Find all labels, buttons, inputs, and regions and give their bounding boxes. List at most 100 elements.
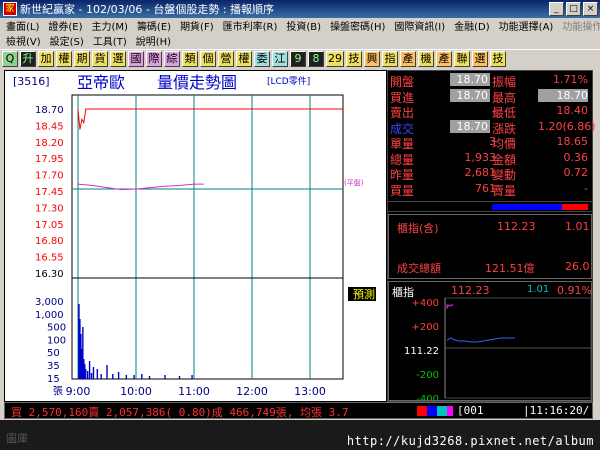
- toolbar-button[interactable]: 升: [20, 51, 36, 67]
- status-text: 買 2,570,160賣 2,057,386( 0.80)成 466,749張,…: [11, 406, 349, 419]
- turnover-value: 121.51億: [485, 262, 535, 275]
- quote-value: 18.70: [450, 119, 490, 133]
- quote-label: 昨量: [390, 168, 415, 182]
- quote-value: 1.71%: [553, 73, 588, 86]
- index-change: 1.01: [565, 220, 590, 233]
- menu-item[interactable]: 畫面(L): [6, 18, 39, 33]
- toolbar-button[interactable]: 權: [236, 51, 252, 67]
- quote-value: 0.36: [563, 150, 589, 164]
- quote-label: 金額: [492, 152, 517, 167]
- menu-item[interactable]: 工具(T): [93, 33, 127, 48]
- quote-label: 均價: [492, 137, 517, 151]
- app-icon: 家: [3, 2, 17, 16]
- toolbar-button[interactable]: 興: [364, 51, 380, 67]
- page-indicator[interactable]: [001: [457, 404, 484, 417]
- menu-bar: 畫面(L) 證券(E) 主力(M) 籌碼(E) 期貨(F) 匯市利率(R) 投資(B) 操盤密…: [0, 18, 600, 48]
- mini-tick-label: 111.22: [404, 346, 439, 357]
- quote-label: 開盤: [390, 75, 415, 89]
- predict-label: 預測: [353, 287, 375, 301]
- volume-tick-label: 3,000: [35, 297, 64, 308]
- toolbar-button[interactable]: 9: [290, 51, 306, 67]
- toolbar-button[interactable]: 國: [128, 51, 144, 67]
- title-bar: 家 新世紀贏家 - 102/03/06 - 台盤個股走勢 : 播報順序 _ □ …: [0, 0, 600, 18]
- toolbar-button[interactable]: 權: [56, 51, 72, 67]
- menu-item[interactable]: 國際資訊(I): [394, 18, 445, 33]
- toolbar-button[interactable]: 產: [436, 51, 452, 67]
- volume-tick-label: 100: [47, 335, 66, 346]
- toolbar: Q 升加權期貨選國際綜類個營權委江 9 8 29 技興指產機產聯選技: [0, 49, 600, 68]
- quote-value: -: [584, 181, 588, 195]
- volume-axis: 3,000 1,000 500100 50 35 15張: [35, 297, 66, 398]
- chart-window: [3516] 亞帝歐 量價走勢圖 [LCD零件] 18.70 18.45 18.20…: [4, 70, 387, 402]
- menu-item[interactable]: 匯市利率(R): [223, 18, 278, 33]
- menu-item[interactable]: 檢視(V): [6, 33, 41, 48]
- toolbar-button[interactable]: 委: [254, 51, 270, 67]
- ghost-label: 圖庫: [6, 432, 28, 445]
- maximize-button[interactable]: □: [566, 2, 581, 16]
- toolbar-button[interactable]: Q: [2, 51, 18, 67]
- toolbar-button[interactable]: 29: [326, 51, 344, 67]
- toolbar-button[interactable]: 營: [218, 51, 234, 67]
- mini-index-line: [446, 337, 515, 343]
- quote-label: 成交: [390, 121, 415, 136]
- volume-tick-label: 35: [47, 361, 60, 372]
- minimize-button[interactable]: _: [549, 2, 564, 16]
- quote-value: 18.70: [538, 88, 588, 102]
- toolbar-button[interactable]: 綜: [164, 51, 180, 67]
- menu-item[interactable]: 投資(B): [286, 18, 321, 33]
- quote-value: 1,933: [464, 150, 497, 164]
- mini-tick-label: +200: [412, 322, 439, 333]
- quote-value: 18.70: [450, 73, 490, 86]
- quote-value: 18.40: [556, 104, 589, 117]
- mini-plot: +400 +200 111.22 -200 -400: [404, 297, 592, 400]
- quote-panel: 開盤 18.70 振幅 1.71% 買進 18.70 最高 18.70 賣出 - 最低 18.40 成交…: [387, 70, 596, 402]
- toolbar-button[interactable]: 聯: [454, 51, 470, 67]
- quote-label: 買量: [390, 183, 415, 198]
- quote-value: 1.20(6.86): [538, 119, 596, 133]
- toolbar-button[interactable]: 際: [146, 51, 162, 67]
- quote-value: 0.72: [563, 166, 589, 179]
- quote-label: 漲跌: [492, 121, 517, 136]
- chart-title: 量價走勢圖: [157, 73, 237, 92]
- toolbar-button[interactable]: 加: [38, 51, 54, 67]
- volume-tick-label: 500: [47, 323, 66, 334]
- menu-item[interactable]: 操盤密碼(H): [330, 18, 385, 33]
- plot-frame: [71, 94, 344, 380]
- menu-item[interactable]: 功能操作(F): [562, 18, 600, 33]
- menu-item[interactable]: 期貨(F): [180, 18, 214, 33]
- toolbar-button[interactable]: 貨: [92, 51, 108, 67]
- toolbar-button[interactable]: 期: [74, 51, 90, 67]
- turnover-change: 26.0: [565, 260, 590, 273]
- index-label: 櫃指(含): [397, 222, 439, 235]
- close-button[interactable]: ×: [583, 2, 598, 16]
- app-window: 家 新世紀贏家 - 102/03/06 - 台盤個股走勢 : 播報順序 _ □ …: [0, 0, 600, 450]
- menu-item[interactable]: 設定(S): [50, 33, 84, 48]
- menu-item[interactable]: 籌碼(E): [137, 18, 171, 33]
- volume-ratio-bar: [388, 201, 592, 212]
- time-axis: 9:00 10:00 11:00 12:00 13:00: [66, 385, 326, 398]
- quote-label: 賣出: [390, 106, 415, 120]
- toolbar-button[interactable]: 類: [182, 51, 198, 67]
- toolbar-button[interactable]: 選: [472, 51, 488, 67]
- price-tick-label: 17.05: [35, 220, 64, 231]
- toolbar-button[interactable]: 江: [272, 51, 288, 67]
- mini-change: 1.01: [527, 284, 550, 295]
- toolbar-button[interactable]: 產: [400, 51, 416, 67]
- menu-item[interactable]: 證券(E): [48, 18, 82, 33]
- menu-item[interactable]: 功能選擇(A): [499, 18, 554, 33]
- quote-label: 變動: [492, 168, 517, 182]
- quote-value: 18.70: [450, 88, 490, 102]
- time-tick-label: 12:00: [236, 385, 268, 398]
- status-bar: 買 2,570,160賣 2,057,386( 0.80)成 466,749張,…: [4, 402, 593, 419]
- price-tick-label: 16.55: [35, 253, 64, 264]
- toolbar-button[interactable]: 指: [382, 51, 398, 67]
- menu-item[interactable]: 說明(H): [136, 33, 171, 48]
- toolbar-button[interactable]: 技: [346, 51, 362, 67]
- menu-item[interactable]: 金融(D): [454, 18, 490, 33]
- toolbar-button[interactable]: 選: [110, 51, 126, 67]
- toolbar-button[interactable]: 個: [200, 51, 216, 67]
- menu-item[interactable]: 主力(M): [92, 18, 128, 33]
- toolbar-button[interactable]: 8: [308, 51, 324, 67]
- toolbar-button[interactable]: 機: [418, 51, 434, 67]
- toolbar-button[interactable]: 技: [490, 51, 506, 67]
